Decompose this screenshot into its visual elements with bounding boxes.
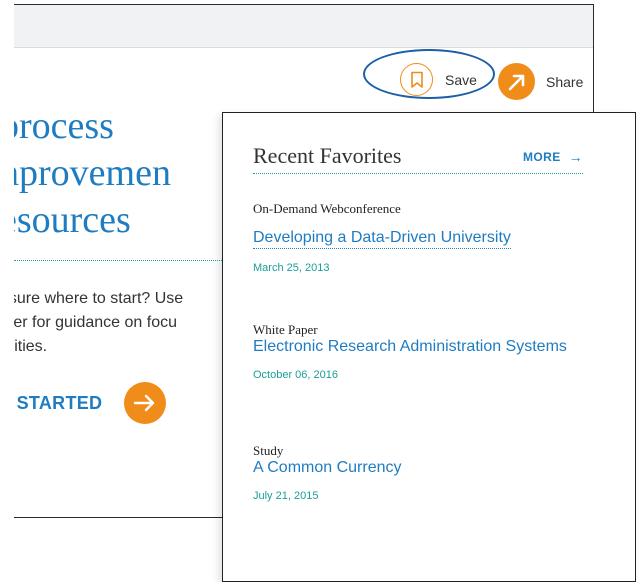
hero-title: process nprovemen esources: [14, 103, 240, 244]
hero-title-line: nprovemen: [14, 152, 171, 194]
hero-text-line: orities.: [14, 338, 48, 355]
list-item: White Paper Electronic Research Administ…: [253, 322, 567, 381]
save-highlight-oval: [363, 49, 495, 99]
browser-topbar: [14, 5, 593, 48]
list-item: Study A Common Currency July 21, 2015: [253, 443, 402, 502]
favorite-type: White Paper: [253, 322, 318, 337]
share-button[interactable]: Share: [498, 63, 583, 100]
hero-text-line: t sure where to start? Use: [14, 290, 184, 307]
favorite-date: October 06, 2016: [253, 369, 339, 381]
favorite-title-link[interactable]: A Common Currency: [253, 459, 402, 476]
list-item: On-Demand Webconference Developing a Dat…: [253, 201, 511, 274]
favorite-date: March 25, 2013: [253, 262, 330, 274]
hero-divider: [14, 260, 234, 261]
hero-title-line: process: [14, 105, 114, 147]
panel-title: Recent Favorites: [253, 143, 402, 168]
more-link[interactable]: MORE →: [523, 149, 583, 165]
favorite-title-link[interactable]: Electronic Research Administration Syste…: [253, 338, 567, 355]
get-started-button[interactable]: T STARTED: [14, 380, 167, 426]
more-label: MORE: [523, 150, 561, 164]
arrow-up-right-icon: [498, 63, 535, 100]
share-label: Share: [546, 73, 584, 90]
get-started-label: T STARTED: [14, 392, 103, 413]
recent-favorites-panel: Recent Favorites MORE → On-Demand Webcon…: [222, 112, 636, 582]
favorite-type: Study: [253, 443, 284, 458]
hero-title-line: esources: [14, 199, 131, 241]
hero-description: t sure where to start? Use nter for guid…: [14, 287, 250, 359]
hero-text-line: nter for guidance on focu: [14, 314, 178, 331]
favorite-type: On-Demand Webconference: [253, 201, 401, 216]
favorite-date: July 21, 2015: [253, 490, 319, 502]
arrow-right-icon: [124, 382, 167, 424]
arrow-right-icon: →: [568, 149, 584, 165]
favorite-title-link[interactable]: Developing a Data-Driven University: [253, 229, 511, 249]
panel-divider: [253, 173, 583, 174]
